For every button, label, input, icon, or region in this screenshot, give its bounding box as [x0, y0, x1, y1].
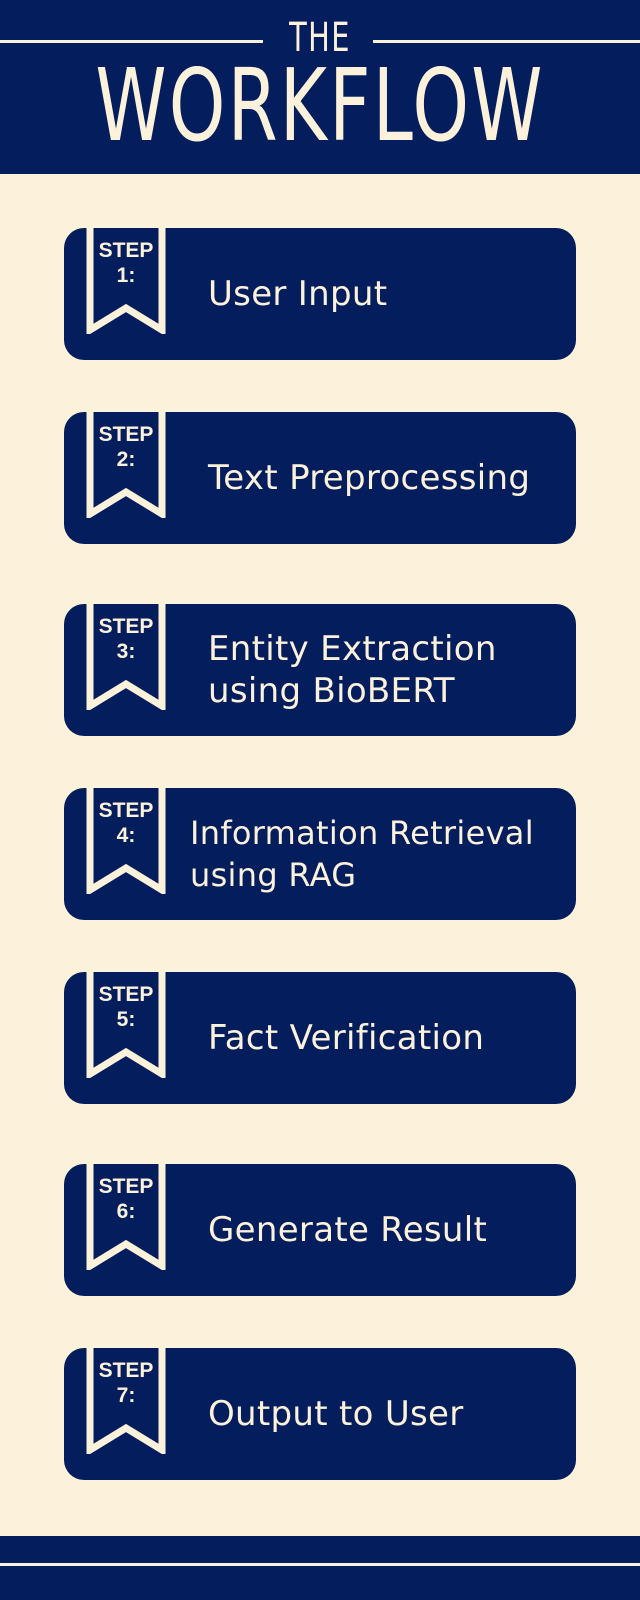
step-label-line-1: User Input — [208, 274, 388, 314]
step-badge: STEP 2: — [88, 422, 164, 472]
step-number: 3: — [116, 640, 136, 663]
step-badge: STEP 6: — [88, 1174, 164, 1224]
step-badge: STEP 4: — [88, 798, 164, 848]
step-number: 1: — [116, 264, 136, 287]
step-label-line-2: using RAG — [190, 856, 357, 894]
step-badge: STEP 1: — [88, 238, 164, 288]
step-badge: STEP 3: — [88, 614, 164, 664]
step-label: Generate Result — [208, 1164, 566, 1296]
step-label-line-1: Generate Result — [208, 1210, 488, 1250]
step-card-6: STEP 6: Generate Result — [64, 1164, 576, 1296]
step-word: STEP — [98, 1359, 154, 1382]
step-label: Text Preprocessing — [208, 412, 566, 544]
step-number: 4: — [116, 824, 136, 847]
step-label: Entity Extraction using BioBERT — [208, 604, 566, 736]
footer-rule — [0, 1563, 640, 1566]
step-label: Output to User — [208, 1348, 566, 1480]
step-label: User Input — [208, 228, 566, 360]
step-label-line-1: Text Preprocessing — [208, 458, 531, 498]
step-card-5: STEP 5: Fact Verification — [64, 972, 576, 1104]
step-number: 5: — [116, 1008, 136, 1031]
step-label-line-2: using BioBERT — [208, 671, 455, 711]
step-word: STEP — [98, 983, 154, 1006]
step-label: Fact Verification — [208, 972, 566, 1104]
step-label-line-1: Output to User — [208, 1394, 464, 1434]
workflow-steps: STEP 1: User Input STEP 2: Text Preproce… — [0, 0, 640, 1600]
step-badge: STEP 7: — [88, 1358, 164, 1408]
step-badge: STEP 5: — [88, 982, 164, 1032]
step-card-4: STEP 4: Information Retrieval using RAG — [64, 788, 576, 920]
step-word: STEP — [98, 423, 154, 446]
step-label-line-1: Fact Verification — [208, 1018, 485, 1058]
step-label-line-1: Entity Extraction — [208, 629, 497, 669]
step-word: STEP — [98, 615, 154, 638]
step-card-2: STEP 2: Text Preprocessing — [64, 412, 576, 544]
step-number: 6: — [116, 1200, 136, 1223]
step-card-1: STEP 1: User Input — [64, 228, 576, 360]
step-word: STEP — [98, 239, 154, 262]
step-card-7: STEP 7: Output to User — [64, 1348, 576, 1480]
step-number: 7: — [116, 1384, 136, 1407]
step-card-3: STEP 3: Entity Extraction using BioBERT — [64, 604, 576, 736]
step-number: 2: — [116, 448, 136, 471]
step-label: Information Retrieval using RAG — [190, 788, 566, 920]
step-label-line-1: Information Retrieval — [190, 814, 534, 852]
step-word: STEP — [98, 1175, 154, 1198]
footer-banner — [0, 1536, 640, 1600]
step-word: STEP — [98, 799, 154, 822]
